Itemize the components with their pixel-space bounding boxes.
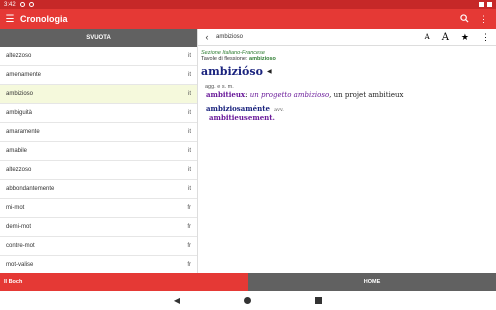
search-icon[interactable] xyxy=(460,13,469,25)
history-lang: it xyxy=(188,72,191,78)
history-word: altezzoso xyxy=(6,167,32,173)
history-item[interactable]: contre-mot fr xyxy=(0,237,197,256)
history-item[interactable]: altezzoso it xyxy=(0,47,197,66)
status-bar: 3:42 xyxy=(0,0,496,9)
history-pane: SVUOTA altezzoso it amenamente it ambizios… xyxy=(0,29,198,273)
nav-home-icon[interactable] xyxy=(244,297,252,304)
history-word: altezzoso xyxy=(6,53,32,59)
history-lang: fr xyxy=(187,224,191,230)
history-lang: it xyxy=(188,110,191,116)
inflection-link[interactable]: ambizioso xyxy=(249,56,276,62)
wifi-icon xyxy=(479,2,484,7)
search-query[interactable]: ambizioso xyxy=(216,34,243,40)
app-title: Cronologia xyxy=(20,14,68,24)
bottom-tabs: Il Boch HOME xyxy=(0,273,496,291)
adverb-line: ambiziosaménte avv. xyxy=(206,104,493,113)
history-word: contre-mot xyxy=(6,243,35,249)
star-icon[interactable]: ★ xyxy=(461,32,469,43)
history-item[interactable]: mot-valise fr xyxy=(0,256,197,273)
speaker-icon[interactable]: ◀ xyxy=(267,68,272,75)
font-increase-icon[interactable]: A xyxy=(442,32,449,43)
translation-line: ambitieux: un progetto ambizioso, un pro… xyxy=(206,90,404,99)
notification-icon xyxy=(19,2,25,7)
history-item[interactable]: abbondantemente it xyxy=(0,180,197,199)
more-vert-icon[interactable]: ⋮ xyxy=(479,14,488,25)
history-lang: it xyxy=(188,148,191,154)
history-item[interactable]: ambiguità it xyxy=(0,104,197,123)
nav-back-icon[interactable]: ◀ xyxy=(174,296,180,305)
history-item[interactable]: demi-mot fr xyxy=(0,218,197,237)
history-word: mot-valise xyxy=(6,262,34,268)
nav-recents-icon[interactable] xyxy=(315,297,323,304)
history-lang: fr xyxy=(187,243,191,249)
example-fr: , un projet ambitieux xyxy=(329,91,404,99)
adverb-translation: ambitieusement. xyxy=(209,113,275,122)
font-decrease-icon[interactable]: A xyxy=(425,33,430,41)
menu-icon[interactable]: ☰ xyxy=(0,14,20,25)
history-item[interactable]: mi-mot fr xyxy=(0,199,197,218)
history-lang: it xyxy=(188,186,191,192)
example-it: un progetto ambizioso xyxy=(249,91,330,99)
translation-word: ambitieux xyxy=(206,90,246,99)
history-item[interactable]: amenamente it xyxy=(0,66,197,85)
history-word: abbondantemente xyxy=(6,186,55,192)
inflection-line: Tavole di flessione: ambizioso xyxy=(201,56,493,62)
back-icon[interactable]: ‹ xyxy=(198,32,216,42)
history-lang: it xyxy=(188,167,191,173)
history-item-selected[interactable]: ambizioso it xyxy=(0,85,197,104)
history-lang: it xyxy=(188,53,191,59)
history-word: mi-mot xyxy=(6,205,25,211)
app-bar: ☰ Cronologia ⋮ xyxy=(0,9,496,29)
history-word: ambizioso xyxy=(6,91,34,97)
headword-row: ambizióso ◀ xyxy=(201,65,493,78)
adverb-tag: avv. xyxy=(274,107,284,113)
search-bar: ‹ ambizioso A A ★ ⋮ xyxy=(198,29,496,46)
inflection-label: Tavole di flessione: xyxy=(201,56,248,62)
tab-home[interactable]: HOME xyxy=(248,273,496,291)
history-lang: it xyxy=(188,91,191,97)
history-lang: fr xyxy=(187,262,191,268)
history-word: amenamente xyxy=(6,72,42,78)
history-item[interactable]: amabile it xyxy=(0,142,197,161)
history-lang: fr xyxy=(187,205,191,211)
status-time: 3:42 xyxy=(4,1,16,8)
entry-pane: ‹ ambizioso A A ★ ⋮ Sezione Italiano-Fra… xyxy=(198,29,496,273)
headword: ambizióso xyxy=(201,65,263,78)
history-item[interactable]: altezzoso it xyxy=(0,161,197,180)
tab-il-boch[interactable]: Il Boch xyxy=(0,273,248,291)
dictionary-entry: Sezione Italiano-Francese Tavole di fles… xyxy=(198,46,496,126)
clear-history-button[interactable]: SVUOTA xyxy=(0,29,197,47)
history-word: amaramente xyxy=(6,129,40,135)
sync-icon xyxy=(28,2,34,7)
more-vert-icon[interactable]: ⋮ xyxy=(481,32,490,43)
system-nav-bar: ◀ xyxy=(0,291,496,310)
battery-icon xyxy=(487,2,492,7)
history-word: amabile xyxy=(6,148,28,154)
history-word: demi-mot xyxy=(6,224,32,230)
adverb-word: ambiziosaménte xyxy=(206,104,270,113)
history-lang: it xyxy=(188,129,191,135)
history-word: ambiguità xyxy=(6,110,33,116)
history-item[interactable]: amaramente it xyxy=(0,123,197,142)
